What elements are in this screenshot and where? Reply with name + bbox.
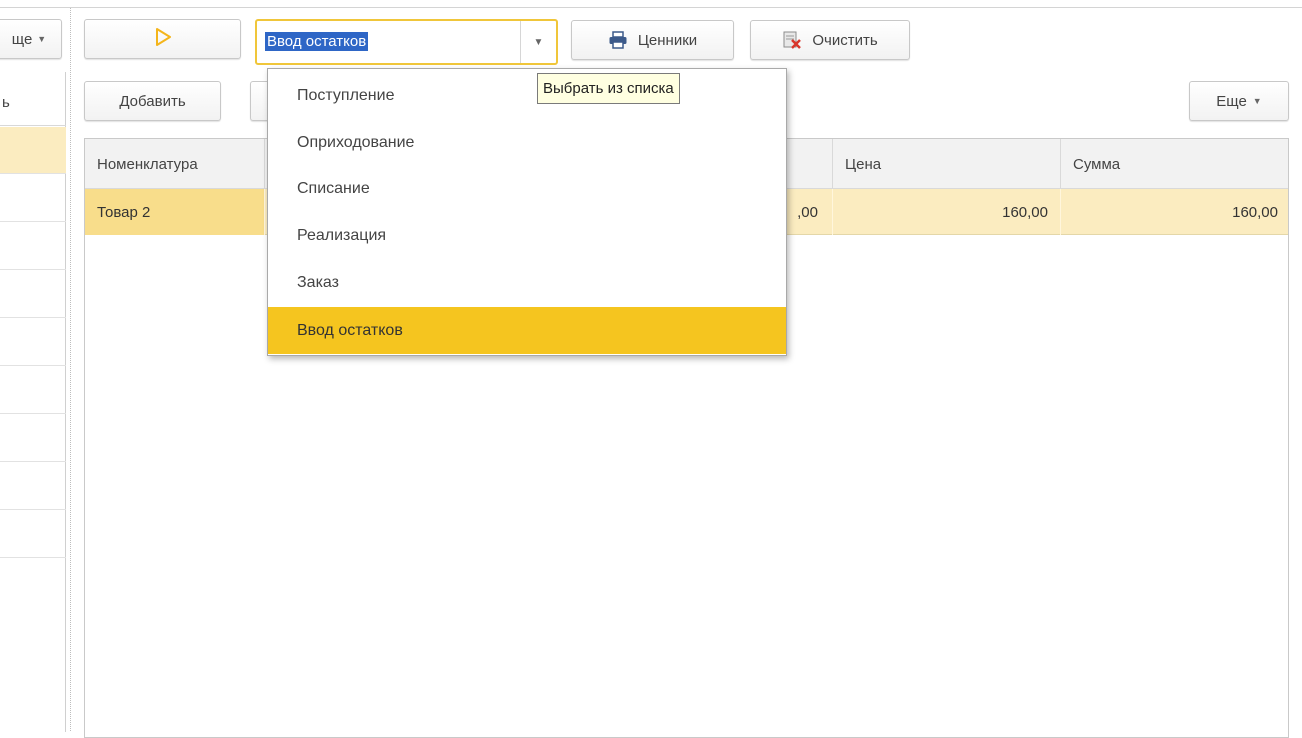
cell-text: Товар 2: [97, 203, 151, 221]
tooltip: Выбрать из списка: [537, 73, 680, 104]
dropdown-item-label: Ввод остатков: [297, 321, 403, 339]
dropdown-item-label: Оприходование: [297, 133, 415, 151]
more-button-left-label: ще: [11, 30, 33, 48]
column-header-sum[interactable]: Сумма: [1061, 139, 1290, 189]
column-header-price[interactable]: Цена: [833, 139, 1061, 189]
left-list-row[interactable]: [0, 223, 66, 270]
dropdown-item[interactable]: Оприходование: [268, 119, 786, 166]
top-divider: [0, 7, 1302, 8]
clear-icon: [782, 30, 802, 50]
cell-text: 160,00: [1002, 203, 1048, 221]
column-header-label: Номенклатура: [97, 155, 198, 173]
left-list-header-label: ь: [2, 94, 10, 111]
price-tags-button[interactable]: Ценники: [571, 20, 734, 60]
column-header-nomenclature[interactable]: Номенклатура: [85, 139, 265, 189]
clear-button[interactable]: Очистить: [750, 20, 910, 60]
clear-button-label: Очистить: [812, 31, 878, 49]
dropdown-item-label: Поступление: [297, 86, 395, 104]
left-list-row[interactable]: [0, 367, 66, 414]
column-header-label: Цена: [845, 155, 882, 173]
dropdown-item[interactable]: Поступление: [268, 72, 786, 119]
cell-text: ,00: [797, 203, 818, 221]
dropdown-item[interactable]: Заказ: [268, 259, 786, 306]
more-button-left[interactable]: ще ▼: [0, 19, 62, 59]
column-header-label: Сумма: [1073, 155, 1121, 173]
dropdown-item-label: Реализация: [297, 226, 387, 244]
cell-price[interactable]: 160,00: [833, 189, 1061, 235]
dropdown-item[interactable]: Списание: [268, 165, 786, 212]
add-button-label: Добавить: [119, 92, 186, 110]
left-list-row[interactable]: [0, 511, 66, 558]
more-button[interactable]: Еще ▼: [1189, 81, 1289, 121]
left-list-row[interactable]: [0, 175, 66, 222]
tooltip-text: Выбрать из списка: [543, 80, 674, 97]
left-list-row[interactable]: [0, 463, 66, 510]
left-list-panel: ь: [0, 72, 66, 732]
left-list-header: ь: [0, 80, 66, 126]
more-button-label: Еще: [1216, 92, 1247, 110]
dropdown-item[interactable]: Реализация: [268, 212, 786, 259]
left-list-row[interactable]: [0, 415, 66, 462]
cell-text: 160,00: [1232, 203, 1278, 221]
play-icon: [154, 28, 172, 50]
left-list-row[interactable]: [0, 127, 66, 174]
cell-sum[interactable]: 160,00: [1061, 189, 1290, 235]
panel-splitter[interactable]: [70, 8, 71, 731]
printer-icon: [608, 31, 628, 49]
left-list-row[interactable]: [0, 319, 66, 366]
run-button[interactable]: [84, 19, 241, 59]
dropdown-item-label: Заказ: [297, 273, 339, 291]
price-tags-button-label: Ценники: [637, 31, 698, 49]
left-list-row[interactable]: [0, 271, 66, 318]
chevron-down-icon: ▼: [37, 34, 47, 44]
document-type-combo[interactable]: Ввод остатков ▼: [255, 19, 558, 65]
chevron-down-icon: ▼: [533, 36, 544, 48]
document-type-combo-value[interactable]: Ввод остатков: [265, 32, 369, 51]
chevron-down-icon: ▼: [1252, 96, 1262, 106]
add-button[interactable]: Добавить: [84, 81, 221, 121]
document-type-dropdown: Поступление Оприходование Списание Реали…: [267, 68, 787, 356]
cell-nomenclature[interactable]: Товар 2: [85, 189, 265, 235]
combo-dropdown-button[interactable]: ▼: [520, 21, 556, 63]
dropdown-item-selected[interactable]: Ввод остатков: [268, 307, 786, 354]
dropdown-item-label: Списание: [297, 179, 370, 197]
